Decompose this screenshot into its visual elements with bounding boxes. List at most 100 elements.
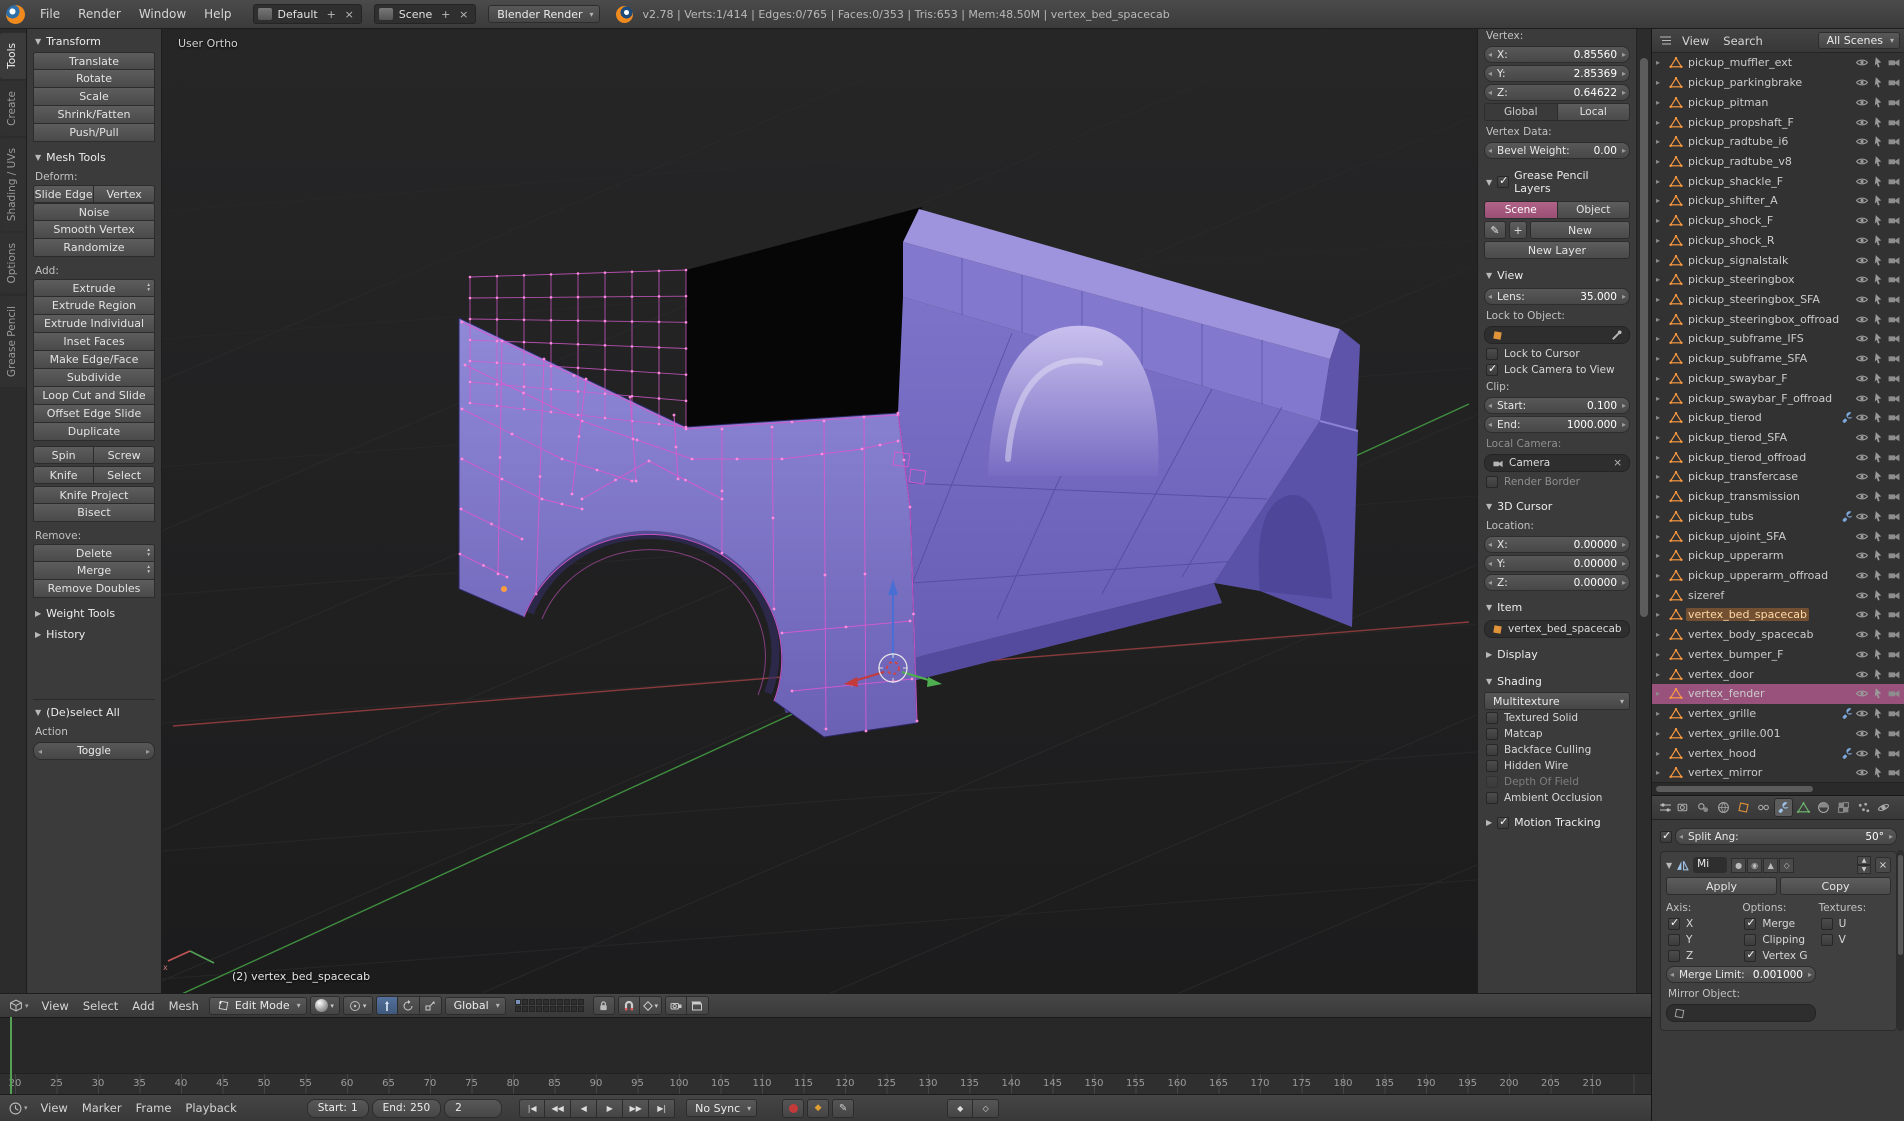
npanel-scrollbar[interactable]: [1636, 29, 1651, 993]
manipulator-translate-button[interactable]: [375, 996, 398, 1015]
tool-button[interactable]: Merge: [33, 562, 155, 580]
visibility-eye-icon[interactable]: [1855, 668, 1869, 681]
snap-magnet-button[interactable]: [617, 996, 640, 1015]
viewport-3d[interactable]: x User Ortho (2) vertex_bed_spacecab: [162, 29, 1477, 993]
visibility-eye-icon[interactable]: [1855, 628, 1869, 641]
tool-button[interactable]: Smooth Vertex: [33, 221, 155, 239]
renderability-camera-icon[interactable]: [1887, 648, 1901, 661]
selectability-cursor-icon[interactable]: [1871, 470, 1885, 483]
expand-arrow-icon[interactable]: ▸: [1656, 670, 1669, 679]
modifier-name-field[interactable]: Mi: [1693, 857, 1728, 873]
expand-arrow-icon[interactable]: ▸: [1656, 256, 1669, 265]
visibility-eye-icon[interactable]: [1855, 490, 1869, 503]
visibility-eye-icon[interactable]: [1855, 608, 1869, 621]
selectability-cursor-icon[interactable]: [1871, 648, 1885, 661]
tool-button[interactable]: Bisect: [33, 504, 155, 522]
renderability-camera-icon[interactable]: [1887, 372, 1901, 385]
outliner-row[interactable]: ▸ vertex_bumper_F: [1652, 645, 1904, 665]
tab-texture[interactable]: [1834, 798, 1853, 817]
tool-button[interactable]: Noise: [33, 203, 155, 221]
object-name[interactable]: vertex_door: [1686, 668, 1855, 681]
object-name[interactable]: pickup_ujoint_SFA: [1686, 530, 1855, 543]
visibility-eye-icon[interactable]: [1855, 155, 1869, 168]
outliner-row[interactable]: ▸ pickup_steeringbox_offroad: [1652, 309, 1904, 329]
motion-tracking-checkbox[interactable]: [1497, 815, 1510, 829]
visibility-eye-icon[interactable]: [1855, 313, 1869, 326]
transform-panel-header[interactable]: Transform: [33, 31, 155, 52]
object-name[interactable]: pickup_radtube_v8: [1686, 155, 1855, 168]
viewport-menu-item[interactable]: Select: [76, 997, 125, 1015]
transport-button[interactable]: ◀: [571, 1098, 598, 1118]
renderability-camera-icon[interactable]: [1887, 254, 1901, 267]
visibility-eye-icon[interactable]: [1855, 392, 1869, 405]
renderability-camera-icon[interactable]: [1887, 293, 1901, 306]
menu-item[interactable]: Window: [130, 4, 195, 24]
selectability-cursor-icon[interactable]: [1871, 313, 1885, 326]
object-name[interactable]: vertex_grille.001: [1686, 727, 1855, 740]
clip-end-field[interactable]: End:1000.000: [1484, 416, 1630, 433]
eyedropper-icon[interactable]: [1611, 329, 1622, 341]
tool-button[interactable]: Extrude Individual: [33, 315, 155, 333]
timeline-canvas[interactable]: [0, 1017, 1651, 1073]
outliner-row[interactable]: ▸ pickup_swaybar_F_offroad: [1652, 388, 1904, 408]
visibility-eye-icon[interactable]: [1855, 56, 1869, 69]
outliner-row[interactable]: ▸ pickup_tierod: [1652, 408, 1904, 428]
timeline-menu-item[interactable]: Playback: [178, 1099, 243, 1117]
selectability-cursor-icon[interactable]: [1871, 56, 1885, 69]
viewport-canvas[interactable]: x: [162, 29, 1477, 993]
current-frame-field[interactable]: 2: [444, 1098, 503, 1118]
object-name[interactable]: pickup_muffler_ext: [1686, 56, 1855, 69]
outliner-row[interactable]: ▸ pickup_propshaft_F: [1652, 112, 1904, 132]
outliner-row[interactable]: ▸ pickup_ujoint_SFA: [1652, 526, 1904, 546]
shading-option-checkbox[interactable]: Backface Culling: [1484, 742, 1630, 758]
renderability-camera-icon[interactable]: [1887, 76, 1901, 89]
mode-select[interactable]: Edit Mode: [208, 996, 307, 1015]
renderability-camera-icon[interactable]: [1887, 451, 1901, 464]
global-toggle[interactable]: Global: [1484, 103, 1558, 121]
visibility-eye-icon[interactable]: [1855, 273, 1869, 286]
item-panel-header[interactable]: Item: [1484, 597, 1630, 618]
object-name[interactable]: pickup_steeringbox_offroad: [1686, 313, 1855, 326]
view-panel-header[interactable]: View: [1484, 265, 1630, 286]
opengl-render-button[interactable]: [664, 996, 687, 1015]
expand-arrow-icon[interactable]: ▸: [1656, 118, 1669, 127]
visibility-eye-icon[interactable]: [1855, 352, 1869, 365]
tab-particles[interactable]: [1854, 798, 1873, 817]
visibility-eye-icon[interactable]: [1855, 96, 1869, 109]
timeline-menu-item[interactable]: Marker: [75, 1099, 129, 1117]
lock-to-object-field[interactable]: [1484, 326, 1630, 344]
selectability-cursor-icon[interactable]: [1871, 569, 1885, 582]
menu-item[interactable]: Render: [69, 4, 130, 24]
visibility-eye-icon[interactable]: [1855, 411, 1869, 424]
object-name[interactable]: pickup_pitman: [1686, 96, 1855, 109]
object-name[interactable]: pickup_shock_F: [1686, 214, 1855, 227]
outliner-menu-item[interactable]: View: [1675, 32, 1716, 50]
screen-layout-icon[interactable]: [257, 8, 272, 20]
selectability-cursor-icon[interactable]: [1871, 608, 1885, 621]
selectability-cursor-icon[interactable]: [1871, 411, 1885, 424]
expand-arrow-icon[interactable]: ▸: [1656, 374, 1669, 383]
object-name[interactable]: pickup_upperarm_offroad: [1686, 569, 1855, 582]
viewport-menu-item[interactable]: View: [35, 997, 76, 1015]
expand-arrow-icon[interactable]: ▸: [1656, 610, 1669, 619]
clear-camera-button[interactable]: ×: [1613, 457, 1622, 469]
visibility-eye-icon[interactable]: [1855, 76, 1869, 89]
outliner-editor-icon[interactable]: [1657, 34, 1673, 48]
gp-object-toggle[interactable]: Object: [1557, 201, 1630, 219]
renderability-camera-icon[interactable]: [1887, 490, 1901, 503]
visibility-eye-icon[interactable]: [1855, 549, 1869, 562]
menu-item[interactable]: Help: [195, 4, 240, 24]
axis-checkbox[interactable]: Y: [1666, 932, 1738, 948]
auto-key-pen-icon[interactable]: ✎: [832, 1098, 855, 1118]
selectability-cursor-icon[interactable]: [1871, 766, 1885, 779]
outliner-row[interactable]: ▸ sizeref: [1652, 585, 1904, 605]
object-name[interactable]: pickup_shifter_A: [1686, 194, 1855, 207]
renderability-camera-icon[interactable]: [1887, 194, 1901, 207]
tool-button[interactable]: Make Edge/Face: [33, 351, 155, 369]
tab-render[interactable]: [1674, 798, 1693, 817]
outliner-scrollbar-horizontal[interactable]: [1652, 782, 1904, 795]
tool-button[interactable]: Loop Cut and Slide: [33, 387, 155, 405]
mirror-object-field[interactable]: [1666, 1004, 1816, 1022]
selectability-cursor-icon[interactable]: [1871, 392, 1885, 405]
transport-button[interactable]: ▶|: [649, 1098, 676, 1118]
